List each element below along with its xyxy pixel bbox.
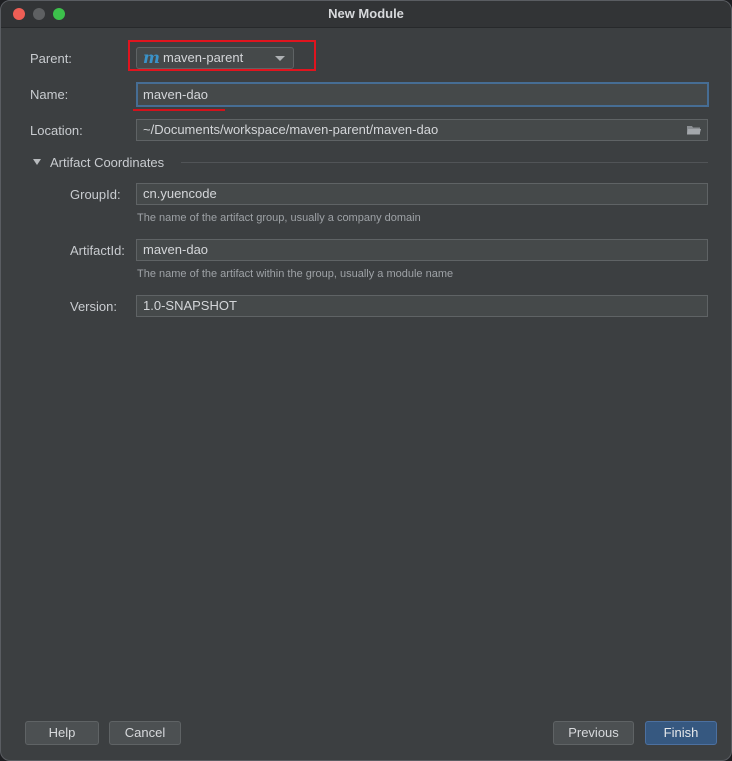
location-field-value: ~/Documents/workspace/maven-parent/maven… [143, 122, 439, 137]
name-field[interactable]: maven-dao [136, 82, 709, 107]
artifactid-label: ArtifactId: [70, 243, 125, 258]
version-field[interactable]: 1.0-SNAPSHOT [136, 295, 708, 317]
groupid-hint: The name of the artifact group, usually … [137, 212, 421, 224]
parent-label: Parent: [30, 51, 72, 66]
new-module-dialog: New Module Parent: m maven-parent Name: … [0, 0, 732, 761]
finish-button[interactable]: Finish [645, 721, 717, 745]
help-button[interactable]: Help [25, 721, 99, 745]
name-label: Name: [30, 87, 69, 102]
groupid-label: GroupId: [70, 187, 121, 202]
annotation-highlight-box [128, 40, 316, 71]
groupid-field[interactable]: cn.yuencode [136, 183, 708, 205]
artifactid-field[interactable]: maven-dao [136, 239, 708, 261]
artifactid-hint: The name of the artifact within the grou… [137, 268, 454, 280]
window-title: New Module [328, 6, 404, 21]
annotation-underline [133, 109, 225, 111]
folder-icon[interactable] [687, 125, 701, 135]
section-separator [181, 162, 708, 163]
title-bar: New Module [1, 1, 731, 28]
location-field[interactable]: ~/Documents/workspace/maven-parent/maven… [136, 119, 708, 141]
artifact-coordinates-label: Artifact Coordinates [50, 155, 165, 170]
cancel-button[interactable]: Cancel [109, 721, 181, 745]
location-label: Location: [30, 123, 83, 138]
previous-button[interactable]: Previous [553, 721, 634, 745]
collapse-triangle-icon [33, 159, 41, 165]
version-label: Version: [70, 299, 117, 314]
